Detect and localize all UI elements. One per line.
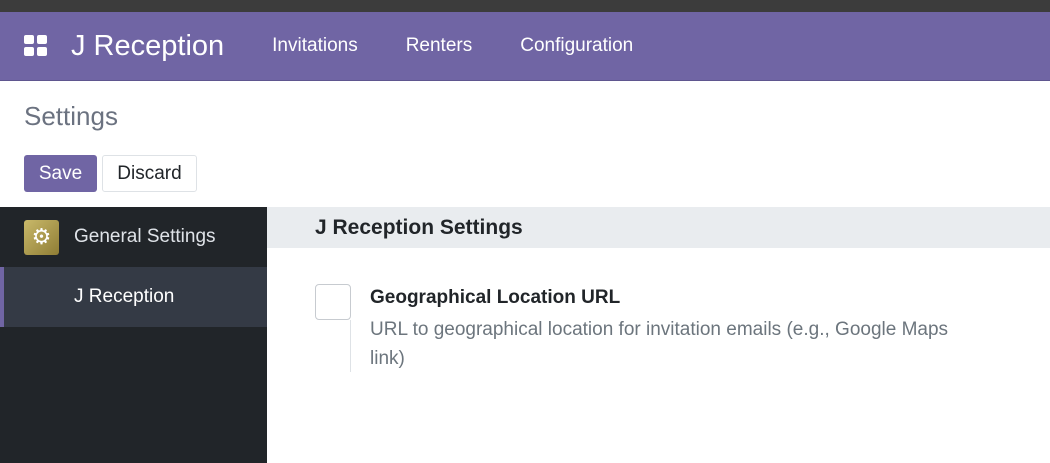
setting-label: Geographical Location URL bbox=[370, 287, 621, 308]
section-title: J Reception Settings bbox=[267, 207, 1050, 248]
top-navbar: J Reception Invitations Renters Configur… bbox=[0, 12, 1050, 81]
setting-divider bbox=[350, 320, 351, 372]
sidebar-item-label: J Reception bbox=[74, 286, 175, 307]
setting-geo-location-url: Geographical Location URL URL to geograp… bbox=[267, 248, 1050, 448]
settings-sidebar: ⚙ General Settings J Reception bbox=[0, 207, 267, 463]
settings-body: ⚙ General Settings J Reception J Recepti… bbox=[0, 207, 1050, 463]
menu-invitations[interactable]: Invitations bbox=[248, 35, 382, 57]
gear-icon: ⚙ bbox=[24, 219, 59, 255]
sidebar-item-label: General Settings bbox=[74, 226, 216, 247]
discard-button[interactable]: Discard bbox=[102, 155, 197, 192]
page-title: Settings bbox=[24, 101, 118, 131]
menu-configuration[interactable]: Configuration bbox=[496, 35, 657, 57]
sidebar-item-general-settings[interactable]: ⚙ General Settings bbox=[0, 207, 267, 267]
sidebar-item-j-reception[interactable]: J Reception bbox=[0, 267, 267, 327]
apps-menu-icon[interactable] bbox=[24, 35, 48, 57]
save-button[interactable]: Save bbox=[24, 155, 97, 192]
setting-description: URL to geographical location for invitat… bbox=[370, 319, 949, 369]
geo-location-checkbox[interactable] bbox=[315, 284, 351, 320]
control-panel: Settings Save Discard bbox=[0, 81, 1050, 207]
menu-renters[interactable]: Renters bbox=[382, 35, 497, 57]
browser-top-strip bbox=[0, 0, 1050, 12]
app-brand[interactable]: J Reception bbox=[71, 30, 224, 63]
settings-main: J Reception Settings Geographical Locati… bbox=[267, 207, 1050, 463]
